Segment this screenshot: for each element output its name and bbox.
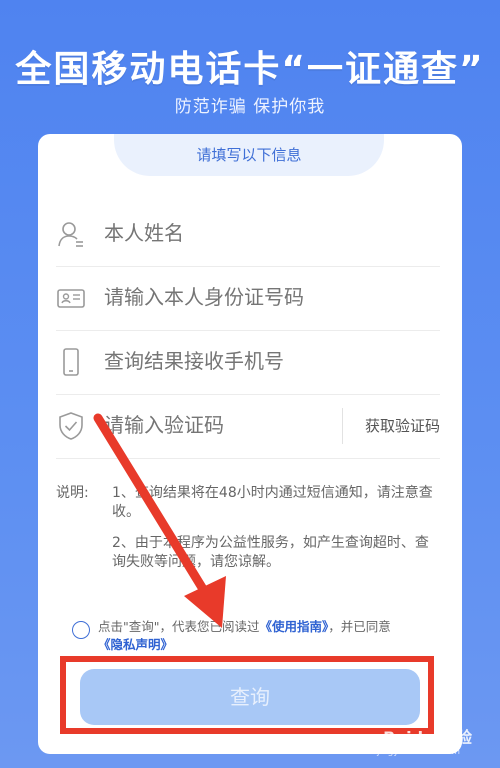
code-field-row[interactable]: 获取验证码 (56, 394, 440, 459)
phone-field-row[interactable] (56, 330, 440, 395)
privacy-statement-link[interactable]: 《隐私声明》 (72, 637, 173, 652)
phone-icon (63, 348, 79, 376)
get-code-button[interactable]: 获取验证码 (341, 408, 440, 444)
usage-guide-link[interactable]: 《使用指南》 (260, 619, 329, 634)
agreement-text: 点击"查询"，代表您已阅读过《使用指南》，并已同意《隐私声明》 (72, 618, 442, 654)
id-card-icon (57, 289, 85, 308)
form-header-tab: 请填写以下信息 (114, 134, 384, 176)
name-field-row[interactable] (56, 202, 440, 267)
phone-input[interactable] (102, 349, 406, 375)
note-item-1-text: 1、查询结果将在48小时内通过短信通知，请注意查收。 (112, 485, 433, 520)
baidu-watermark: Baidu 经验 (383, 728, 472, 747)
verification-code-input[interactable] (102, 413, 296, 439)
note-item-2-text: 2、由于本程序为公益性服务，如产生查询超时、查询失败等问题，请您谅解。 (112, 535, 429, 570)
agreement-middle: ，并已同意 (328, 619, 391, 634)
watermark-url: jingyan.baidu.com (376, 747, 460, 757)
notes-label: 说明: (56, 485, 89, 501)
shield-check-icon (59, 412, 83, 440)
annotation-highlight-box (60, 656, 434, 734)
page-subtitle: 防范诈骗 保护你我 (174, 97, 326, 117)
agreement-prefix: 点击"查询"，代表您已阅读过 (98, 619, 260, 634)
id-field-row[interactable] (56, 266, 440, 331)
name-input[interactable] (102, 221, 316, 247)
person-icon (58, 222, 83, 247)
page-title: 全国移动电话卡“一证通查” (15, 49, 485, 90)
id-number-input[interactable] (102, 285, 406, 311)
